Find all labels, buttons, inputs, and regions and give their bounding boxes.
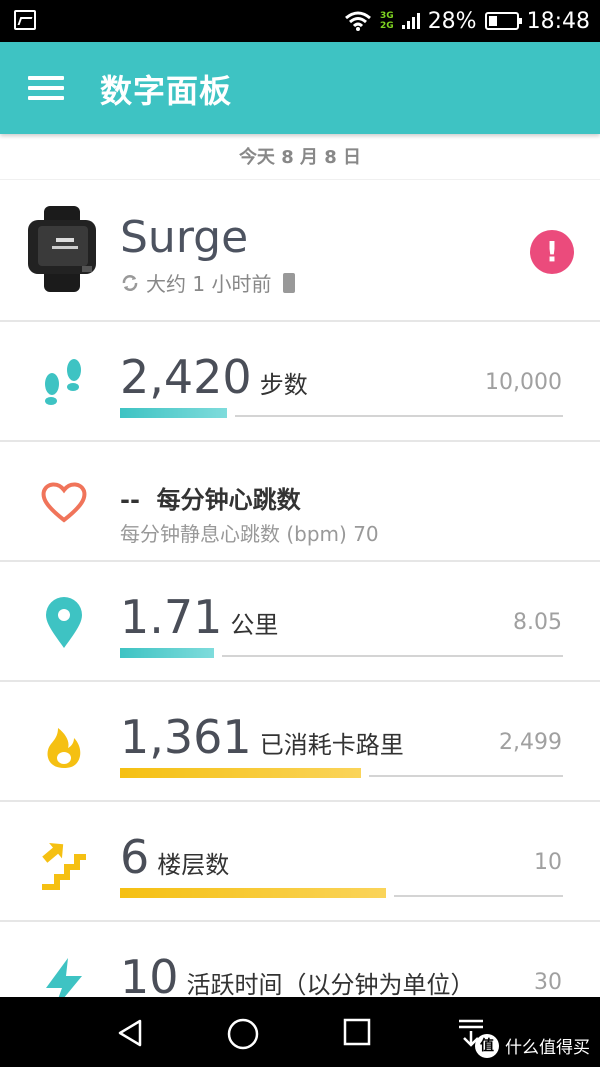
steps-value: 2,420 步数 (120, 350, 308, 404)
active-value: 10 活跃时间（以分钟为单位） (120, 950, 475, 1004)
heart-rate-row[interactable]: -- 每分钟心跳数 每分钟静息心跳数 (bpm) 70 (0, 442, 600, 562)
progress-track (394, 895, 563, 897)
floors-number: 6 (120, 830, 150, 884)
signal-icon (401, 13, 420, 29)
progress-track (235, 415, 563, 417)
active-number: 10 (120, 950, 179, 1004)
navigation-bar: 值 什么值得买 (0, 997, 600, 1067)
watermark-logo: 值 (475, 1033, 499, 1058)
calories-number: 1,361 (120, 710, 252, 764)
wifi-icon (345, 11, 371, 31)
app-bar: 数字面板 (0, 42, 600, 134)
watermark: 值 什么值得买 (475, 1033, 590, 1058)
heart-rate-unit: 每分钟心跳数 (156, 486, 301, 514)
footsteps-icon (45, 359, 81, 405)
sync-status: 大约 1 小时前 (120, 268, 296, 297)
clock: 18:48 (526, 8, 590, 34)
floors-goal: 10 (534, 850, 562, 875)
progress-fill (120, 768, 361, 778)
watch-image (28, 206, 96, 292)
gallery-icon (14, 10, 36, 30)
distance-number: 1.71 (120, 590, 223, 644)
sync-text: 大约 1 小时前 (146, 272, 272, 296)
steps-progress-bar (120, 408, 563, 418)
flame-icon (47, 728, 81, 768)
progress-fill (120, 648, 214, 658)
network-top: 3G (380, 11, 394, 21)
floors-row[interactable]: 6 楼层数 10 (0, 802, 600, 922)
calories-value: 1,361 已消耗卡路里 (120, 710, 404, 764)
heart-rate-current: -- 每分钟心跳数 (120, 480, 301, 515)
calories-unit: 已消耗卡路里 (259, 731, 404, 759)
steps-unit: 步数 (259, 371, 308, 399)
distance-goal: 8.05 (513, 610, 562, 635)
active-goal: 30 (534, 970, 562, 995)
stairs-icon (42, 843, 86, 890)
calories-goal: 2,499 (499, 730, 562, 755)
steps-number: 2,420 (120, 350, 252, 404)
date-header: 今天 8 月 8 日 (0, 140, 600, 180)
distance-progress-bar (120, 648, 563, 658)
sync-icon (122, 274, 138, 291)
distance-row[interactable]: 1.71 公里 8.05 (0, 562, 600, 682)
recents-icon[interactable] (342, 1017, 372, 1047)
floors-unit: 楼层数 (157, 851, 230, 879)
heart-rate-value: -- (120, 486, 140, 514)
device-row[interactable]: Surge 大约 1 小时前 ! (0, 182, 600, 322)
home-icon[interactable] (226, 1017, 260, 1051)
progress-fill (120, 408, 227, 418)
progress-fill (120, 888, 386, 898)
battery-percent: 28% (427, 8, 477, 34)
distance-value: 1.71 公里 (120, 590, 278, 644)
location-pin-icon (46, 597, 82, 648)
battery-icon (484, 12, 522, 30)
resting-heart-rate: 每分钟静息心跳数 (bpm) 70 (120, 522, 379, 546)
calories-progress-bar (120, 768, 563, 778)
status-bar: 3G 2G 28% 18:48 (0, 0, 600, 42)
distance-unit: 公里 (230, 611, 279, 639)
hamburger-menu-icon[interactable] (28, 76, 64, 100)
watermark-text: 什么值得买 (505, 1038, 590, 1058)
floors-value: 6 楼层数 (120, 830, 229, 884)
active-unit: 活跃时间（以分钟为单位） (186, 971, 475, 999)
device-name: Surge (120, 212, 249, 263)
steps-row[interactable]: 2,420 步数 10,000 (0, 322, 600, 442)
network-bottom: 2G (380, 21, 394, 31)
back-icon[interactable] (114, 1017, 146, 1049)
calories-row[interactable]: 1,361 已消耗卡路里 2,499 (0, 682, 600, 802)
progress-track (222, 655, 563, 657)
status-right: 3G 2G 28% 18:48 (344, 0, 590, 42)
alert-icon[interactable]: ! (530, 230, 574, 274)
progress-track (369, 775, 563, 777)
floors-progress-bar (120, 888, 563, 898)
heart-icon (41, 482, 87, 523)
network-type: 3G 2G (380, 11, 394, 31)
steps-goal: 10,000 (485, 370, 562, 395)
device-battery-icon (283, 272, 296, 293)
page-title: 数字面板 (100, 72, 233, 110)
